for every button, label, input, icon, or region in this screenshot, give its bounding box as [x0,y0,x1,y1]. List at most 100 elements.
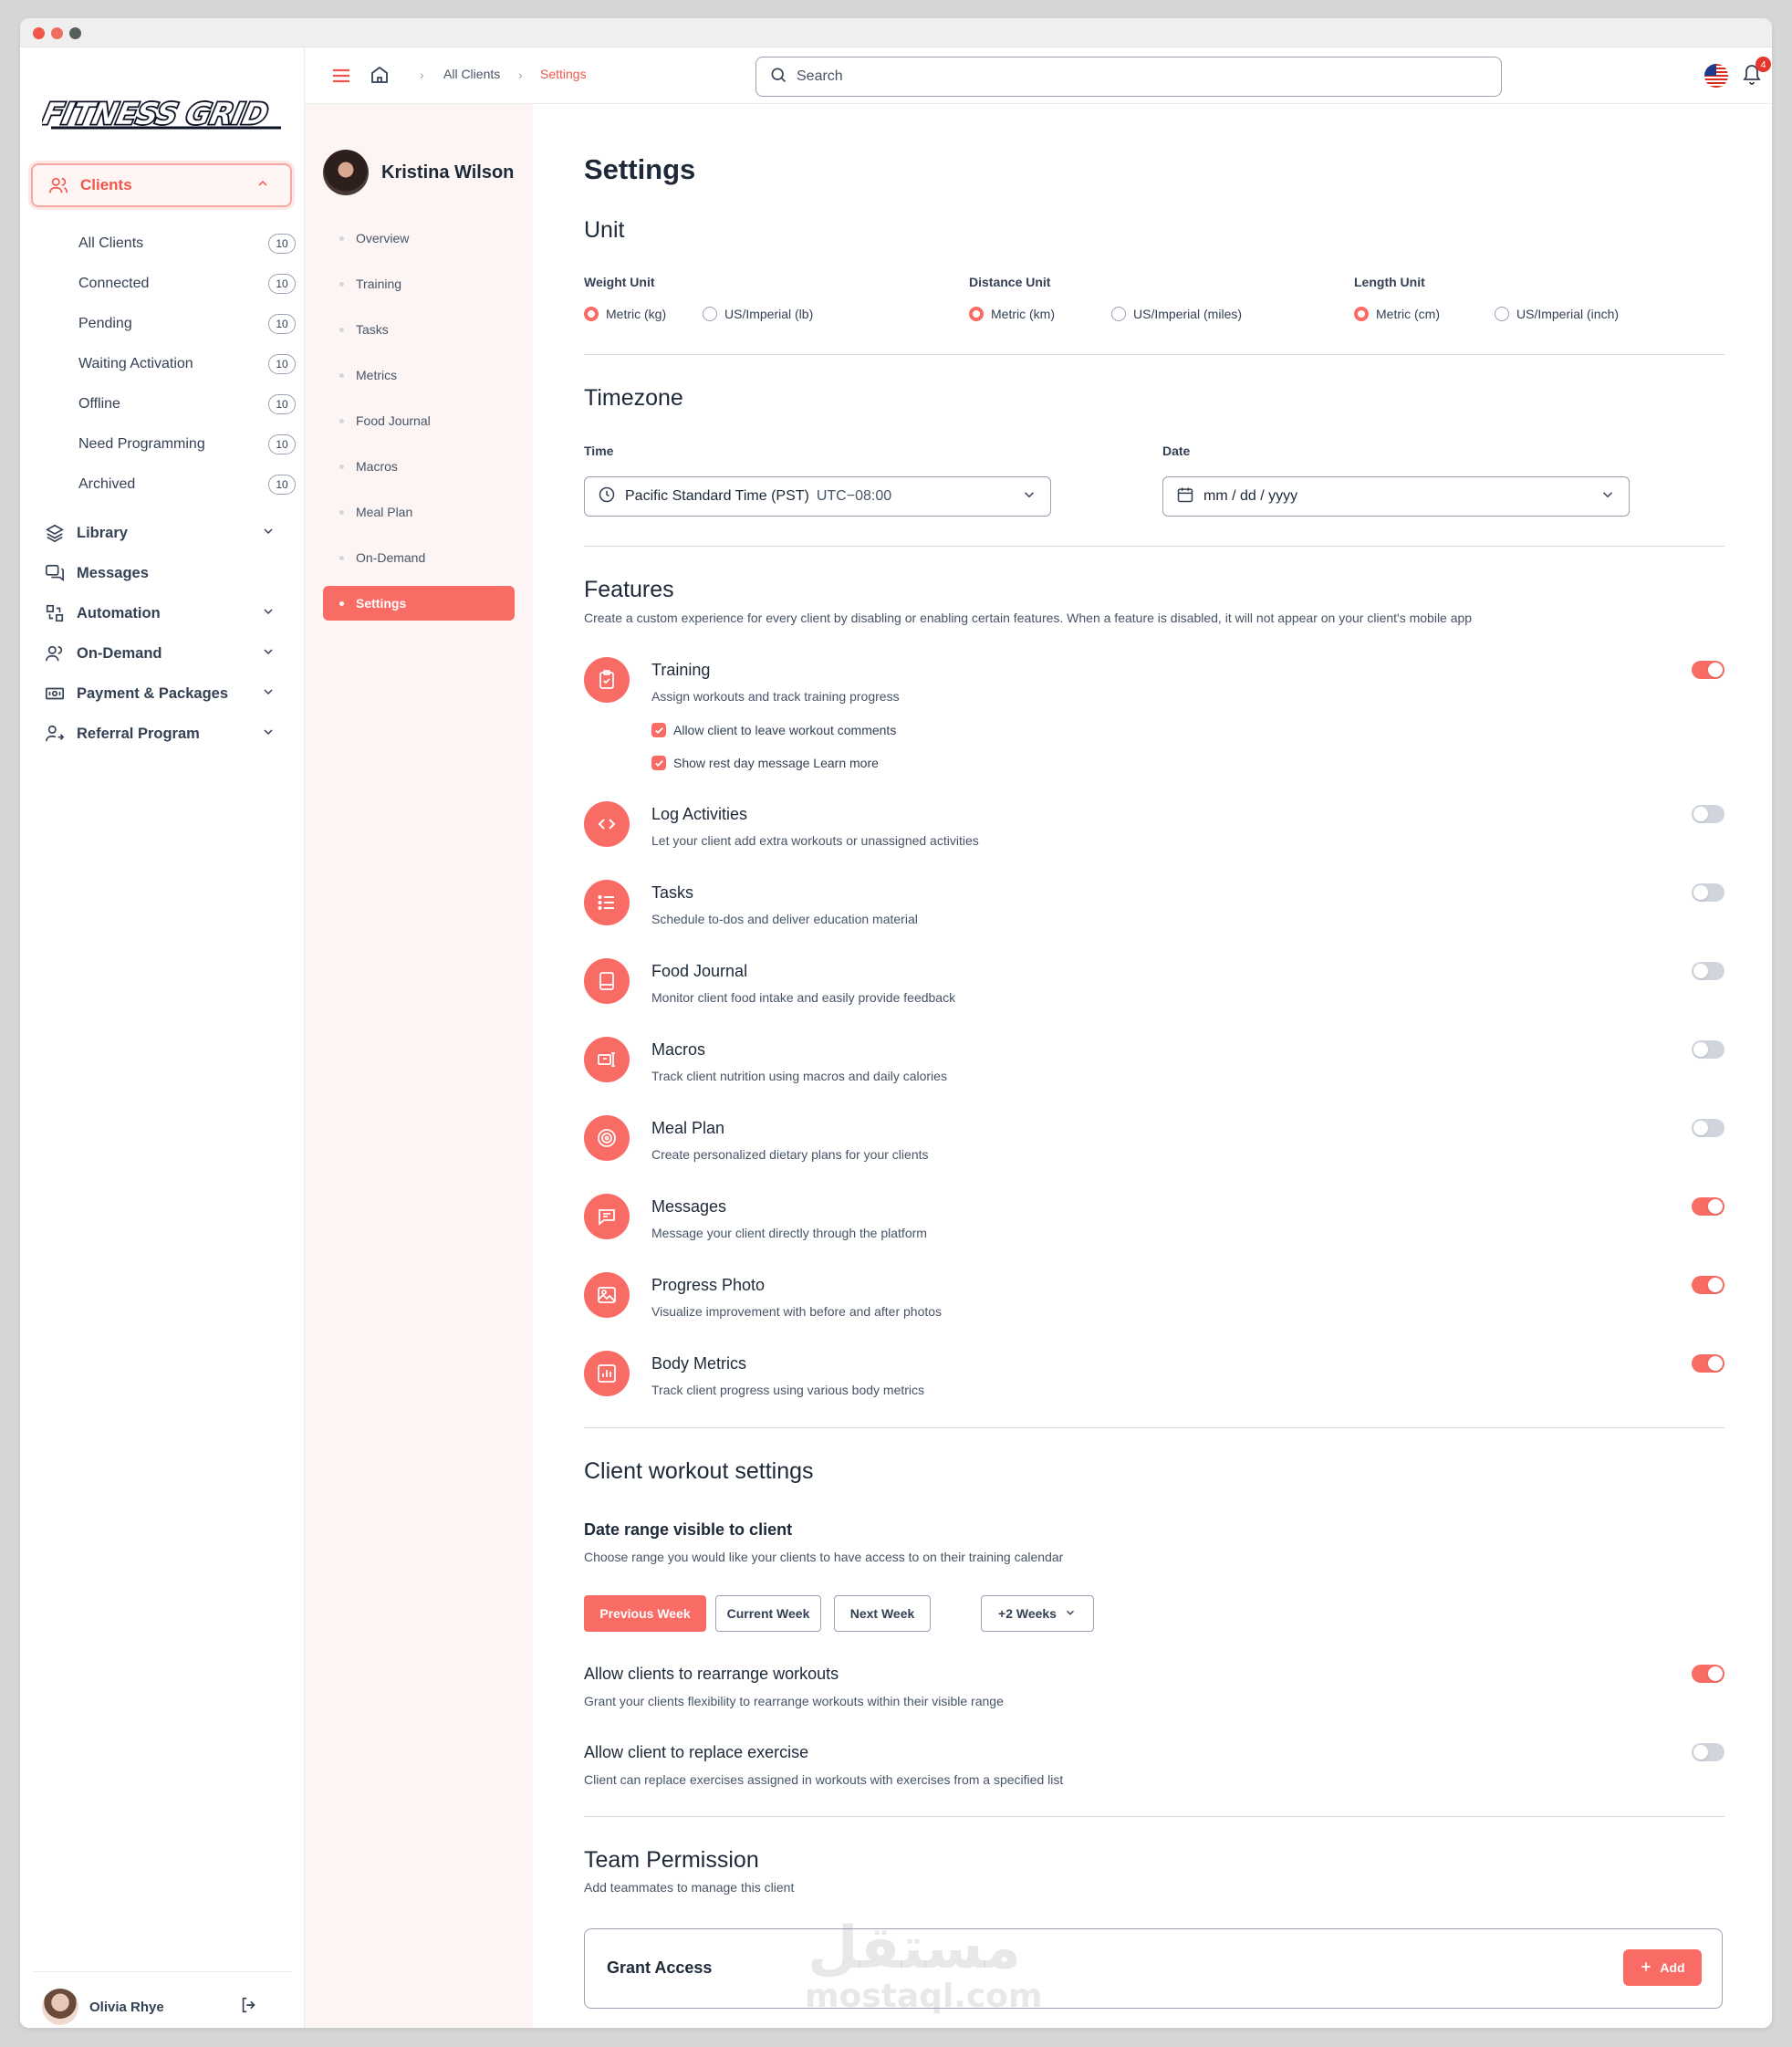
notification-count-badge: 4 [1756,57,1771,72]
feature-title: Progress Photo [651,1276,766,1294]
radio-distance-imperial[interactable]: US/Imperial (miles) [1111,307,1242,321]
client-nav-food-journal[interactable]: Food Journal [323,403,515,438]
fitness-grid-logo[interactable]: FITNESS GRID FITNESS GRID [38,93,287,133]
features-description: Create a custom experience for every cli… [584,611,1473,625]
breadcrumb-settings[interactable]: Settings [540,67,587,81]
search-box[interactable] [755,57,1502,97]
feature-description: Schedule to-dos and deliver education ma… [651,912,918,926]
us-flag-icon[interactable] [1704,64,1728,88]
sidebar-item-clients[interactable]: Clients [31,163,292,207]
date-format-select[interactable]: mm / dd / yyyy [1162,476,1630,517]
home-icon[interactable] [369,64,391,90]
toggle-training[interactable] [1692,661,1724,679]
user-profile: Olivia Rhye [33,1971,292,2025]
feature-title: Log Activities [651,805,748,823]
client-filter-need-programming[interactable]: Need Programming 10 [78,431,297,458]
logout-icon[interactable] [239,1995,261,2020]
sidebar-item-label: Library [77,524,128,541]
timezone-select[interactable]: Pacific Standard Time (PST) UTC−08:00 [584,476,1051,517]
setting-description: Grant your clients flexibility to rearra… [584,1694,1004,1708]
sidebar-item-messages[interactable]: Messages [44,559,292,588]
setting-description: Client can replace exercises assigned in… [584,1772,1064,1787]
radio-indicator [969,307,984,321]
macros-icon [584,1037,630,1082]
client-nav-macros[interactable]: Macros [323,449,515,484]
radio-label: Metric (kg) [606,307,667,321]
toggle-food-journal[interactable] [1692,962,1724,980]
search-icon [769,66,787,89]
search-input[interactable] [797,68,1435,85]
count-badge: 10 [268,475,296,495]
feature-progress-photo: Progress Photo Visualize improvement wit… [584,1272,1724,1327]
page-title: Settings [584,153,696,185]
toggle-replace-exercise[interactable] [1692,1743,1724,1761]
toggle-rearrange-workouts[interactable] [1692,1665,1724,1683]
range-current-week-button[interactable]: Current Week [715,1595,821,1632]
client-filter-waiting-activation[interactable]: Waiting Activation 10 [78,350,297,378]
count-badge: 10 [268,354,296,374]
client-filter-archived[interactable]: Archived 10 [78,471,297,498]
toggle-tasks[interactable] [1692,883,1724,902]
toggle-progress-photo[interactable] [1692,1276,1724,1294]
referral-icon [44,723,66,745]
add-teammate-button[interactable]: Add [1623,1949,1702,1986]
client-nav-metrics[interactable]: Metrics [323,358,515,392]
toggle-body-metrics[interactable] [1692,1354,1724,1373]
setting-title: Allow client to replace exercise [584,1743,809,1761]
minimize-window-dot[interactable] [51,27,63,39]
chevron-down-icon [261,725,281,744]
sidebar-item-payment-packages[interactable]: Payment & Packages [44,679,292,708]
date-range-description: Choose range you would like your clients… [584,1550,1064,1564]
sidebar-item-library[interactable]: Library [44,518,292,548]
range-next-week-button[interactable]: Next Week [834,1595,931,1632]
range-previous-week-button[interactable]: Previous Week [584,1595,706,1632]
client-nav-tasks[interactable]: Tasks [323,312,515,347]
sidebar-item-automation[interactable]: Automation [44,599,292,628]
sidebar-item-label: Payment & Packages [77,684,229,702]
avatar[interactable] [323,150,369,195]
toggle-messages[interactable] [1692,1197,1724,1216]
radio-length-metric[interactable]: Metric (cm) [1354,307,1440,321]
client-filter-pending[interactable]: Pending 10 [78,310,297,338]
checkbox-workout-comments[interactable]: Allow client to leave workout comments [651,723,896,737]
radio-indicator [584,307,599,321]
radio-distance-metric[interactable]: Metric (km) [969,307,1055,321]
toggle-macros[interactable] [1692,1040,1724,1059]
toggle-log-activities[interactable] [1692,805,1724,823]
close-window-dot[interactable] [33,27,45,39]
client-nav-settings[interactable]: Settings [323,586,515,621]
sidebar-item-referral-program[interactable]: Referral Program [44,719,292,748]
section-title-features: Features [584,577,674,602]
avatar[interactable] [42,1989,78,2025]
client-name: Kristina Wilson [381,162,515,183]
list-icon [584,880,630,925]
messages-icon [44,562,66,584]
checkbox-rest-day-message[interactable]: Show rest day message Learn more [651,756,879,770]
range-more-weeks-dropdown[interactable]: +2 Weeks [981,1595,1094,1632]
client-nav-on-demand[interactable]: On-Demand [323,540,515,575]
client-nav-training[interactable]: Training [323,266,515,301]
timezone-offset: UTC−08:00 [816,488,892,504]
client-nav-overview[interactable]: Overview [323,221,515,256]
radio-indicator [703,307,717,321]
maximize-window-dot[interactable] [69,27,81,39]
client-filter-offline[interactable]: Offline 10 [78,391,297,418]
top-bar: › All Clients › Settings 4 [305,47,1772,104]
client-nav-meal-plan[interactable]: Meal Plan [323,495,515,529]
client-filter-label: All Clients [78,235,144,251]
chevron-down-icon [261,684,281,704]
grant-access-label: Grant Access [607,1958,713,1977]
radio-weight-imperial[interactable]: US/Imperial (lb) [703,307,813,321]
client-filter-all-clients[interactable]: All Clients 10 [78,230,297,257]
radio-weight-metric[interactable]: Metric (kg) [584,307,666,321]
divider [584,1816,1724,1817]
breadcrumb-all-clients[interactable]: All Clients [443,67,500,81]
dropdown-label: +2 Weeks [998,1606,1057,1621]
client-filter-label: Connected [78,276,150,291]
menu-icon[interactable] [330,65,352,91]
client-filter-connected[interactable]: Connected 10 [78,270,297,298]
sidebar-item-on-demand[interactable]: On-Demand [44,639,292,668]
radio-length-imperial[interactable]: US/Imperial (inch) [1495,307,1619,321]
toggle-meal-plan[interactable] [1692,1119,1724,1137]
payment-icon [44,683,66,705]
